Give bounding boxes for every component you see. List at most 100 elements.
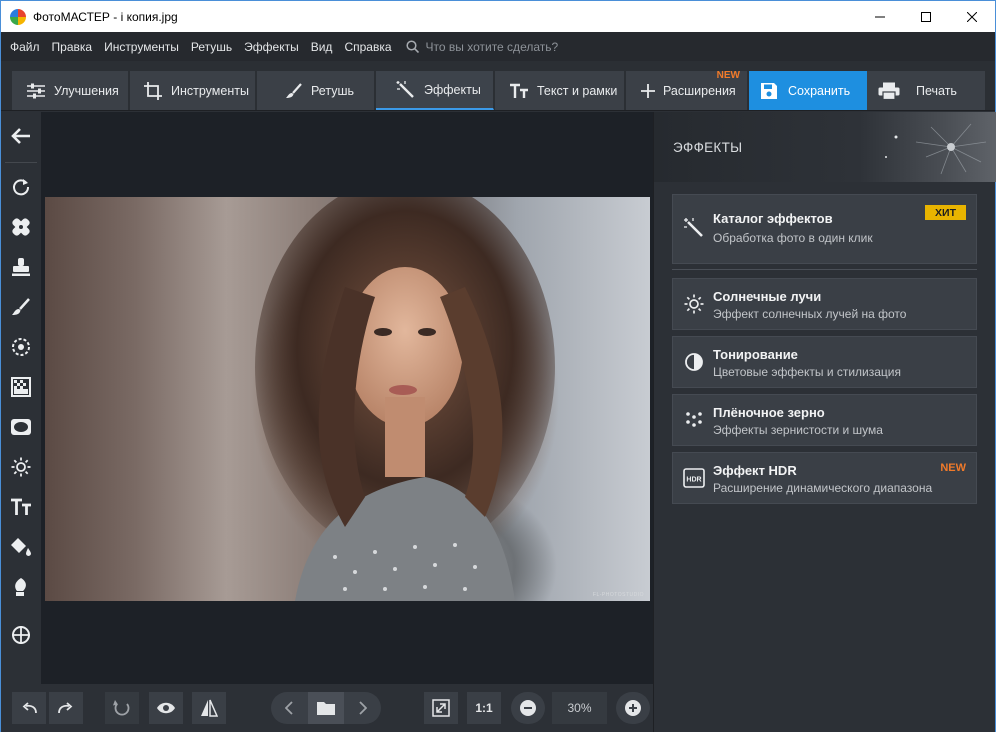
minimize-button[interactable] (857, 1, 903, 32)
photo-preview[interactable]: FL-PHOTOSTUDIO (45, 197, 650, 601)
menu-bar: Файл Правка Инструменты Ретушь Эффекты В… (1, 32, 995, 61)
photo-watermark: FL-PHOTOSTUDIO (592, 592, 644, 598)
tab-enhance[interactable]: Улучшения (12, 71, 129, 110)
tab-tools[interactable]: Инструменты (130, 71, 256, 110)
next-image-button[interactable] (346, 701, 381, 715)
menu-tools[interactable]: Инструменты (104, 40, 179, 54)
rotate-icon (13, 179, 30, 196)
menu-view[interactable]: Вид (311, 40, 333, 54)
zoom-in-button[interactable] (616, 692, 650, 724)
tool-gradient[interactable] (8, 374, 34, 400)
tab-extensions[interactable]: Расширения NEW (626, 70, 748, 110)
print-button[interactable]: Печать (867, 71, 985, 110)
minus-icon (520, 700, 536, 716)
hit-badge: ХИТ (925, 205, 966, 220)
toning-icon (683, 351, 705, 373)
zoom-out-button[interactable] (511, 692, 545, 724)
close-icon (967, 11, 977, 22)
compare-button[interactable] (192, 692, 226, 724)
menu-effects[interactable]: Эффекты (244, 40, 299, 54)
card-sun-rays[interactable]: Солнечные лучи Эффект солнечных лучей на… (672, 278, 977, 330)
zoom-actual-button[interactable]: 1:1 (467, 692, 501, 724)
image-canvas[interactable]: FL-PHOTOSTUDIO (41, 112, 653, 684)
redo-button[interactable] (49, 692, 83, 724)
app-window: ФотоМАСТЕР - i копия.jpg Файл Правка Инс… (0, 0, 996, 732)
tool-text[interactable] (8, 494, 34, 520)
target-icon (12, 626, 30, 644)
portrait-illustration (255, 197, 555, 601)
card-subtitle: Расширение динамического диапазона (713, 481, 933, 495)
tool-separator (5, 162, 37, 163)
main-toolbar: Улучшения Инструменты Ретушь Эффекты Тек… (1, 61, 995, 111)
tab-label: Текст и рамки (537, 83, 618, 98)
tool-radial[interactable] (8, 334, 34, 360)
magic-wand-icon (683, 217, 705, 239)
panel-divider (672, 269, 977, 270)
title-bar: ФотоМАСТЕР - i копия.jpg (1, 1, 995, 32)
radial-icon (12, 338, 30, 356)
vignette-icon (11, 419, 31, 435)
tab-text-frames[interactable]: Текст и рамки (495, 71, 625, 110)
open-folder-button[interactable] (308, 692, 344, 724)
tool-brush[interactable] (8, 294, 34, 320)
back-arrow-icon (11, 128, 30, 144)
hdr-icon: HDR (683, 467, 705, 489)
file-navigation (271, 692, 381, 724)
menu-help[interactable]: Справка (344, 40, 391, 54)
grain-icon (683, 409, 705, 431)
card-title: Эффект HDR (713, 463, 797, 478)
compare-icon (201, 699, 218, 717)
tool-pen[interactable] (8, 574, 34, 600)
fit-screen-button[interactable] (424, 692, 458, 724)
card-title: Тонирование (713, 347, 798, 362)
card-subtitle: Эффекты зернистости и шума (713, 423, 883, 437)
save-label: Сохранить (788, 83, 851, 98)
tool-fill[interactable] (8, 534, 34, 560)
tool-light[interactable] (8, 454, 34, 480)
tab-label: Улучшения (54, 83, 119, 98)
plus-icon (625, 700, 641, 716)
maximize-icon (921, 11, 931, 22)
prev-image-button[interactable] (271, 701, 306, 715)
menu-edit[interactable]: Правка (52, 40, 93, 54)
close-button[interactable] (949, 1, 995, 32)
card-film-grain[interactable]: Плёночное зерно Эффекты зернистости и шу… (672, 394, 977, 446)
effects-panel: ЭФФЕКТЫ Каталог эффектов Обработка фото … (653, 112, 996, 732)
patch-icon (12, 218, 30, 236)
card-subtitle: Цветовые эффекты и стилизация (713, 365, 902, 379)
preview-button[interactable] (149, 692, 183, 724)
stamp-icon (12, 258, 30, 276)
card-effects-catalog[interactable]: Каталог эффектов Обработка фото в один к… (672, 194, 977, 264)
tool-stamp[interactable] (8, 254, 34, 280)
back-button[interactable] (8, 123, 34, 149)
maximize-button[interactable] (903, 1, 949, 32)
menu-search[interactable]: Что вы хотите сделать? (405, 40, 558, 54)
reset-button[interactable] (105, 692, 139, 724)
tool-rotate[interactable] (8, 174, 34, 200)
magic-wand-icon (396, 80, 414, 98)
chevron-left-icon (284, 701, 293, 715)
new-badge: NEW (940, 462, 966, 474)
card-title: Каталог эффектов (713, 211, 833, 226)
tool-patch[interactable] (8, 214, 34, 240)
sliders-icon (27, 83, 45, 98)
undo-button[interactable] (12, 692, 46, 724)
save-icon (761, 82, 777, 99)
menu-file[interactable]: Файл (10, 40, 40, 54)
panel-header: ЭФФЕКТЫ (654, 112, 996, 182)
card-toning[interactable]: Тонирование Цветовые эффекты и стилизаци… (672, 336, 977, 388)
tab-effects[interactable]: Эффекты (376, 71, 494, 110)
card-title: Плёночное зерно (713, 405, 825, 420)
brush-icon (286, 82, 302, 98)
save-button[interactable]: Сохранить (749, 71, 867, 110)
chevron-right-icon (359, 701, 368, 715)
tool-target[interactable] (8, 622, 34, 648)
tab-retouch[interactable]: Ретушь (257, 71, 375, 110)
menu-retouch[interactable]: Ретушь (191, 40, 232, 54)
tool-vignette[interactable] (8, 414, 34, 440)
minimize-icon (875, 16, 885, 17)
card-hdr[interactable]: HDR Эффект HDR Расширение динамического … (672, 452, 977, 504)
zoom-value: 30% (552, 692, 607, 724)
reset-icon (113, 700, 130, 716)
tab-label: Ретушь (311, 83, 354, 98)
